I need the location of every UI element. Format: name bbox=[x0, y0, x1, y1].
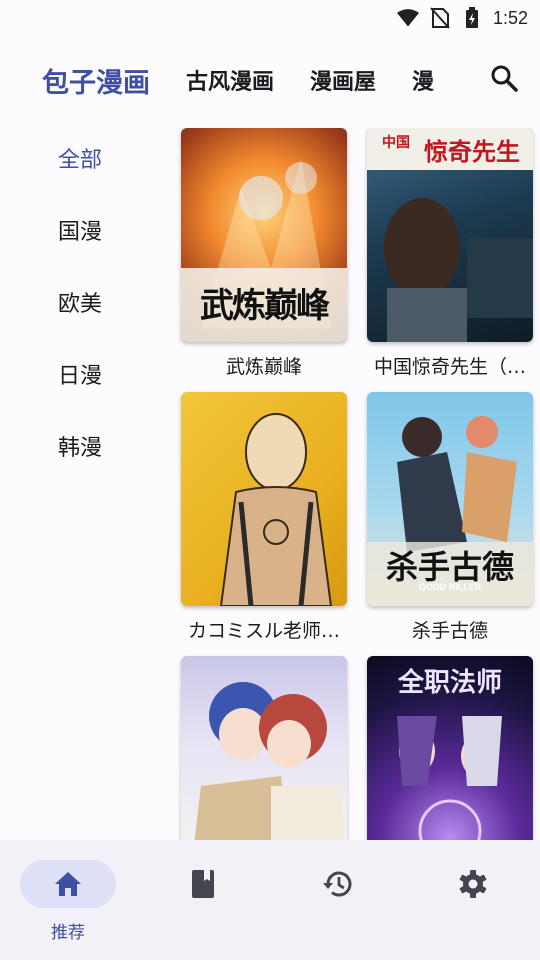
nav-recommend-label: 推荐 bbox=[51, 923, 85, 943]
book-icon bbox=[192, 870, 214, 898]
no-sim-icon bbox=[429, 7, 451, 29]
comic-card[interactable]: 武炼巅峰 武炼巅峰 bbox=[174, 128, 350, 379]
category-japanese[interactable]: 日漫 bbox=[0, 338, 160, 410]
category-western[interactable]: 欧美 bbox=[0, 266, 160, 338]
comic-title: 杀手古德 bbox=[411, 620, 488, 642]
comic-title: 武炼巅峰 bbox=[225, 356, 302, 378]
wifi-icon bbox=[396, 7, 419, 29]
status-time: 1:52 bbox=[492, 7, 528, 28]
history-icon bbox=[323, 871, 352, 897]
tab-gufeng[interactable]: 古风漫画 bbox=[186, 64, 274, 96]
comic-title: 中国惊奇先生（… bbox=[373, 356, 526, 378]
tab-manhuawu[interactable]: 漫画屋 bbox=[310, 64, 376, 96]
source-tabs: 包子漫画 古风漫画 漫画屋 漫 bbox=[0, 52, 540, 108]
search-button[interactable] bbox=[488, 62, 520, 94]
tabs-fade bbox=[430, 52, 540, 108]
settings-icon bbox=[459, 870, 487, 898]
comic-cover: 全职法师 bbox=[367, 656, 533, 840]
cover-title: 惊奇先生 bbox=[424, 137, 520, 166]
comic-title: カコミスル老师… bbox=[187, 620, 340, 642]
cover-title: 武炼巅峰 bbox=[200, 286, 330, 326]
comic-grid: 武炼巅峰 武炼巅峰 中国 惊奇先生 中国惊奇先生（… カコミスル老师… 杀手古德… bbox=[174, 128, 540, 840]
category-sidebar: 全部 国漫 欧美 日漫 韩漫 bbox=[0, 122, 160, 482]
nav-settings[interactable] bbox=[425, 860, 521, 908]
cover-subtitle: GOOD KILLER bbox=[418, 582, 482, 592]
home-icon bbox=[55, 872, 81, 896]
comic-card[interactable]: 全职法师 bbox=[360, 656, 536, 840]
tab-baozi[interactable]: 包子漫画 bbox=[42, 61, 150, 100]
category-guoman[interactable]: 国漫 bbox=[0, 194, 160, 266]
category-korean[interactable]: 韩漫 bbox=[0, 410, 160, 482]
nav-recommend[interactable] bbox=[20, 860, 116, 908]
comic-card[interactable]: 杀手古德 GOOD KILLER 杀手古德 bbox=[360, 392, 536, 643]
bottom-nav: 推荐 bbox=[0, 840, 540, 960]
battery-charging-icon bbox=[461, 7, 483, 29]
nav-history[interactable] bbox=[290, 860, 386, 908]
comic-cover: 杀手古德 GOOD KILLER bbox=[367, 392, 533, 606]
status-bar: 1:52 bbox=[0, 0, 540, 36]
comic-card[interactable]: 中国 惊奇先生 中国惊奇先生（… bbox=[360, 128, 536, 379]
cover-title: 全职法师 bbox=[397, 668, 502, 698]
comic-card[interactable] bbox=[174, 656, 350, 840]
comic-card[interactable]: カコミスル老师… bbox=[174, 392, 350, 643]
comic-cover bbox=[181, 392, 347, 606]
comic-cover: 中国 惊奇先生 bbox=[367, 128, 533, 342]
nav-bookshelf[interactable] bbox=[155, 860, 251, 908]
search-icon bbox=[491, 65, 518, 92]
category-all[interactable]: 全部 bbox=[0, 122, 160, 194]
comic-cover bbox=[181, 656, 347, 840]
comic-cover: 武炼巅峰 bbox=[181, 128, 347, 342]
